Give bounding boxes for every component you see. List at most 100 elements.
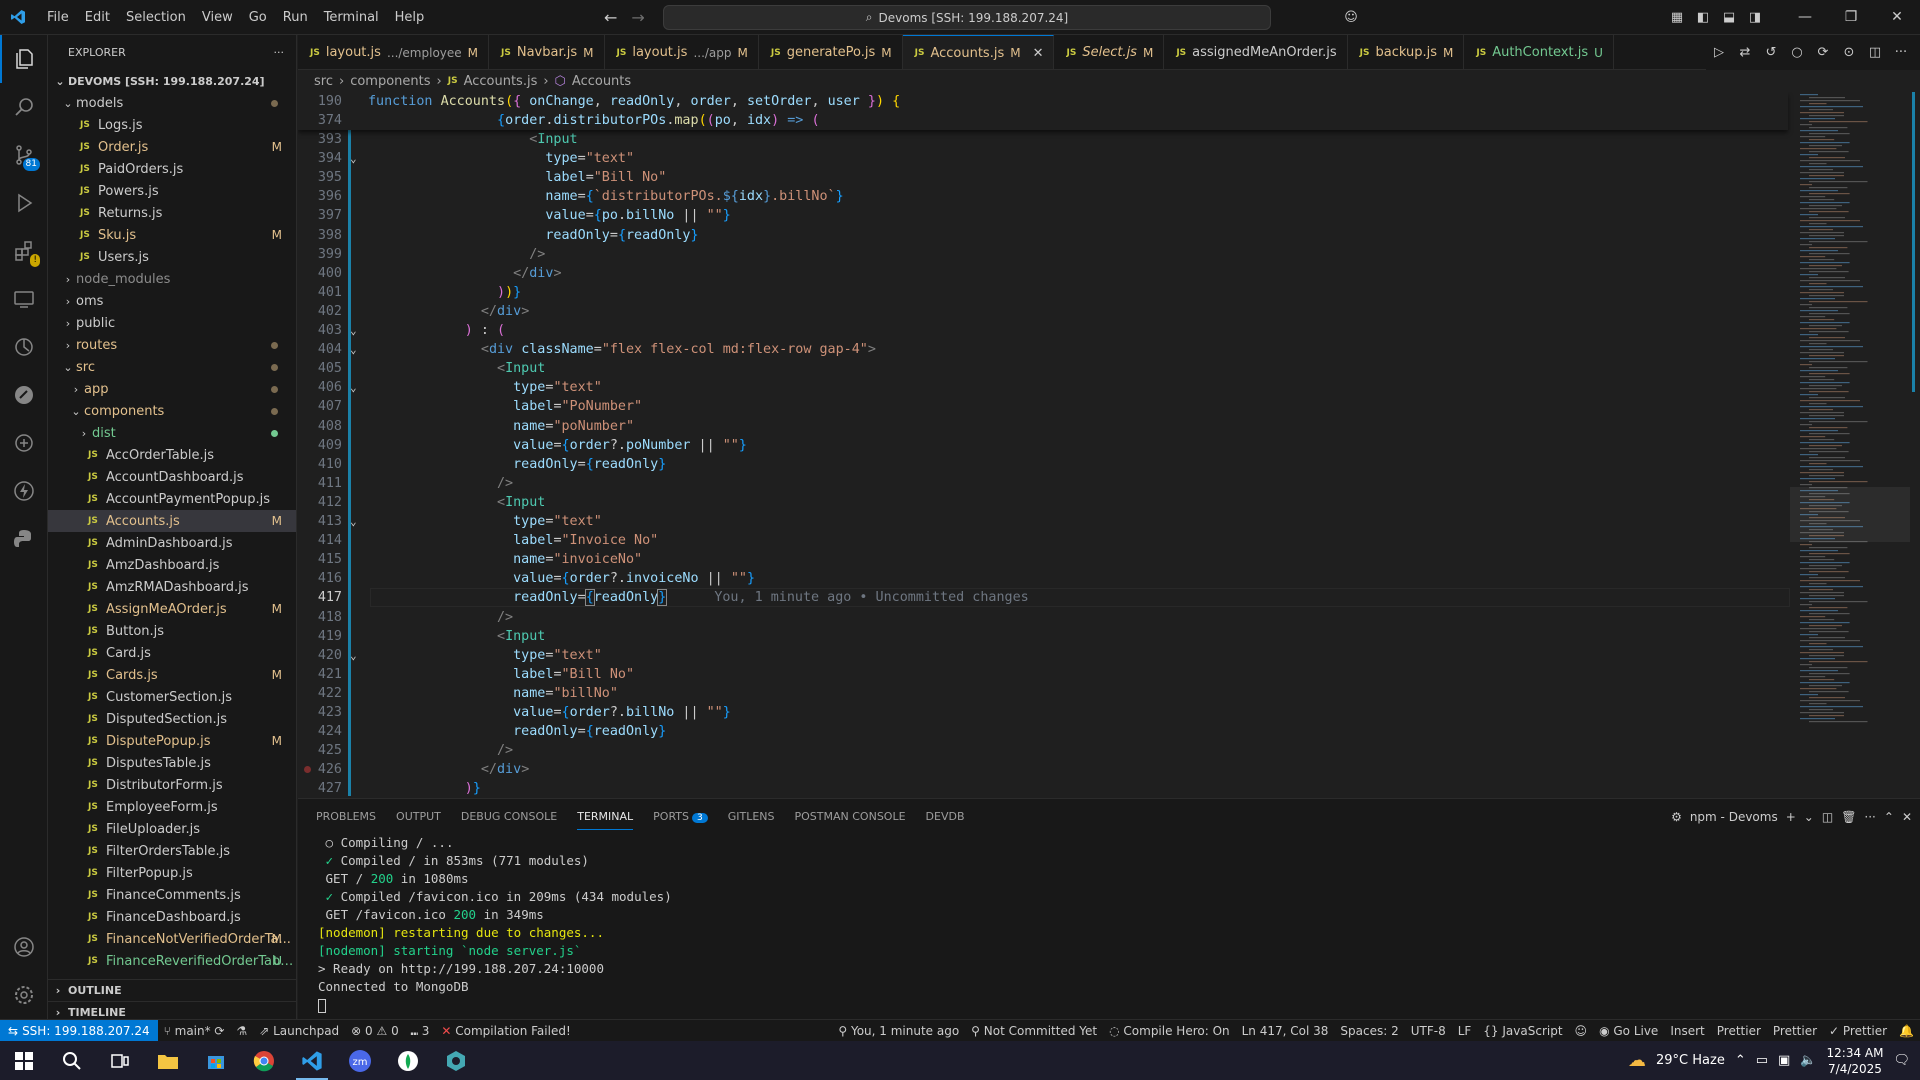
notifications-bell-icon[interactable]: 🔔 — [1893, 1024, 1920, 1038]
terminal-cursor[interactable] — [318, 996, 1920, 1014]
panel-tab-problems[interactable]: PROBLEMS — [306, 799, 386, 834]
file-item[interactable]: JS FinanceDashboard.js — [48, 906, 296, 928]
chevron-down-icon[interactable]: ⌄ — [1804, 810, 1814, 824]
kill-terminal-icon[interactable]: 🗑 — [1841, 810, 1856, 824]
thunder-client-icon[interactable] — [0, 467, 48, 515]
compare-changes-icon[interactable]: ⇄ — [1732, 45, 1758, 60]
folder-item[interactable]: › app — [48, 378, 296, 400]
terminal-output[interactable]: ○ Compiling / ... ✓ Compiled / in 853ms … — [298, 834, 1920, 1014]
weather-label[interactable]: 29°C Haze — [1656, 1053, 1725, 1068]
more-actions-icon[interactable]: ··· — [274, 46, 285, 59]
menu-item-terminal[interactable]: Terminal — [316, 0, 387, 35]
file-item[interactable]: JS DisputePopup.js M — [48, 730, 296, 752]
source-control-icon[interactable]: 81 — [0, 131, 48, 179]
menu-item-run[interactable]: Run — [275, 0, 316, 35]
language-mode[interactable]: {} JavaScript — [1477, 1024, 1568, 1038]
more-actions-icon[interactable]: ··· — [1864, 810, 1875, 824]
breadcrumb-item[interactable]: Accounts — [572, 74, 631, 89]
file-item[interactable]: JS Logs.js — [48, 114, 296, 136]
mongodb-compass-icon[interactable] — [384, 1041, 432, 1080]
split-editor-icon[interactable]: ◫ — [1862, 45, 1888, 60]
editor-tab[interactable]: JS assignedMeAnOrder.js — [1164, 35, 1348, 69]
close-panel-icon[interactable]: ✕ — [1902, 810, 1912, 824]
file-item[interactable]: JS Button.js — [48, 620, 296, 642]
close-tab-icon[interactable]: ✕ — [1033, 46, 1044, 61]
show-hidden-icons[interactable]: ⌃ — [1735, 1053, 1746, 1068]
file-item[interactable]: JS Sku.js M — [48, 224, 296, 246]
file-item[interactable]: JS AmzRMADashboard.js — [48, 576, 296, 598]
run-icon[interactable]: ▷ — [1706, 45, 1732, 60]
folder-item[interactable]: › routes — [48, 334, 296, 356]
volume-icon[interactable]: 🔈 — [1800, 1053, 1816, 1068]
editor-tab[interactable]: JS Accounts.js M ✕ — [902, 35, 1055, 69]
windows-start-icon[interactable] — [0, 1041, 48, 1080]
file-item[interactable]: JS Powers.js — [48, 180, 296, 202]
prettier-check-item[interactable]: ✓ Prettier — [1823, 1024, 1893, 1038]
file-item[interactable]: JS FinanceReverifiedOrderTabl... U — [48, 950, 296, 972]
file-item[interactable]: JS Card.js — [48, 642, 296, 664]
display-icon[interactable]: ▣ — [1778, 1053, 1790, 1068]
code-editor[interactable]: 393 <Input 394 ⌄ type="text" 395 label="Bil… — [298, 92, 1920, 798]
breadcrumb-item[interactable]: Accounts.js — [464, 74, 538, 89]
microsoft-store-icon[interactable] — [192, 1041, 240, 1080]
cursor-position[interactable]: Ln 417, Col 38 — [1236, 1024, 1335, 1038]
panel-tab-postman-console[interactable]: POSTMAN CONSOLE — [785, 799, 916, 834]
folder-item[interactable]: › public — [48, 312, 296, 334]
customize-layout-icon[interactable]: ▦ — [1664, 10, 1690, 25]
editor-tab[interactable]: JS Select.js M — [1054, 35, 1165, 69]
editor-tab[interactable]: JS AuthContext.js U — [1464, 35, 1614, 69]
next-change-icon[interactable]: ⟳ — [1810, 45, 1836, 60]
network-icon[interactable]: ▭ — [1756, 1053, 1768, 1068]
breadcrumb-item[interactable]: src — [314, 74, 333, 89]
more-editor-actions-icon[interactable]: ··· — [1888, 45, 1914, 60]
file-item[interactable]: JS FilterPopup.js — [48, 862, 296, 884]
file-item[interactable]: JS AssignMeAOrder.js M — [48, 598, 296, 620]
copilot-status-icon[interactable]: ☺ — [1569, 1024, 1594, 1038]
settings-gear-icon[interactable] — [0, 971, 48, 1019]
close-window-icon[interactable]: ✕ — [1874, 0, 1920, 35]
workspace-root[interactable]: ⌄ DEVOMS [SSH: 199.188.207.24] — [48, 70, 296, 92]
editor-tab[interactable]: JS layout.js .../employee M — [298, 35, 490, 69]
file-item[interactable]: JS Cards.js M — [48, 664, 296, 686]
editor-tab[interactable]: JS generatePo.js M — [759, 35, 903, 69]
menu-item-help[interactable]: Help — [387, 0, 433, 35]
editor-tab[interactable]: JS backup.js M — [1348, 35, 1465, 69]
minimize-icon[interactable]: — — [1782, 0, 1828, 35]
encoding[interactable]: UTF-8 — [1405, 1024, 1452, 1038]
accounts-icon[interactable] — [0, 923, 48, 971]
python-icon[interactable] — [0, 515, 48, 563]
run-debug-icon[interactable] — [0, 179, 48, 227]
file-item[interactable]: JS Accounts.js M — [48, 510, 296, 532]
file-item[interactable]: JS FinanceComments.js — [48, 884, 296, 906]
weather-icon[interactable]: ☁ — [1628, 1050, 1646, 1071]
problems-indicator[interactable]: ⊗ 0 ⚠ 0 — [345, 1024, 405, 1038]
back-arrow-icon[interactable]: ← — [604, 8, 617, 27]
database-icon[interactable] — [0, 419, 48, 467]
editor-tab[interactable]: JS layout.js .../app M — [605, 35, 759, 69]
task-view-icon[interactable] — [96, 1041, 144, 1080]
remote-explorer-icon[interactable] — [0, 275, 48, 323]
app-icon[interactable] — [432, 1041, 480, 1080]
extensions-icon[interactable]: ! — [0, 227, 48, 275]
ports-indicator[interactable]: ⑉ 3 — [405, 1024, 436, 1038]
menu-item-selection[interactable]: Selection — [118, 0, 194, 35]
restore-icon[interactable]: ❐ — [1828, 0, 1874, 35]
gitlens-icon[interactable] — [0, 323, 48, 371]
revert-icon[interactable]: ↺ — [1758, 45, 1784, 60]
folder-item[interactable]: ⌄ components — [48, 400, 296, 422]
file-item[interactable]: JS AccountPaymentPopup.js — [48, 488, 296, 510]
minimap[interactable] — [1790, 92, 1920, 798]
new-terminal-icon[interactable]: + — [1786, 810, 1796, 824]
file-item[interactable]: JS DisputesTable.js — [48, 752, 296, 774]
gitlens-status-icon[interactable]: ⚗ — [230, 1024, 253, 1038]
forward-arrow-icon[interactable]: → — [631, 8, 644, 27]
file-item[interactable]: JS EmployeeForm.js — [48, 796, 296, 818]
command-center[interactable]: ⌕ Devoms [SSH: 199.188.207.24] — [663, 5, 1271, 30]
prettier-item[interactable]: Prettier — [1767, 1024, 1823, 1038]
file-item[interactable]: JS Returns.js — [48, 202, 296, 224]
branch-indicator[interactable]: ⑂ main* ⟳ — [158, 1024, 231, 1038]
postman-icon[interactable] — [0, 371, 48, 419]
panel-tab-debug-console[interactable]: DEBUG CONSOLE — [451, 799, 567, 834]
chrome-icon[interactable] — [240, 1041, 288, 1080]
insert-mode[interactable]: Insert — [1664, 1024, 1710, 1038]
